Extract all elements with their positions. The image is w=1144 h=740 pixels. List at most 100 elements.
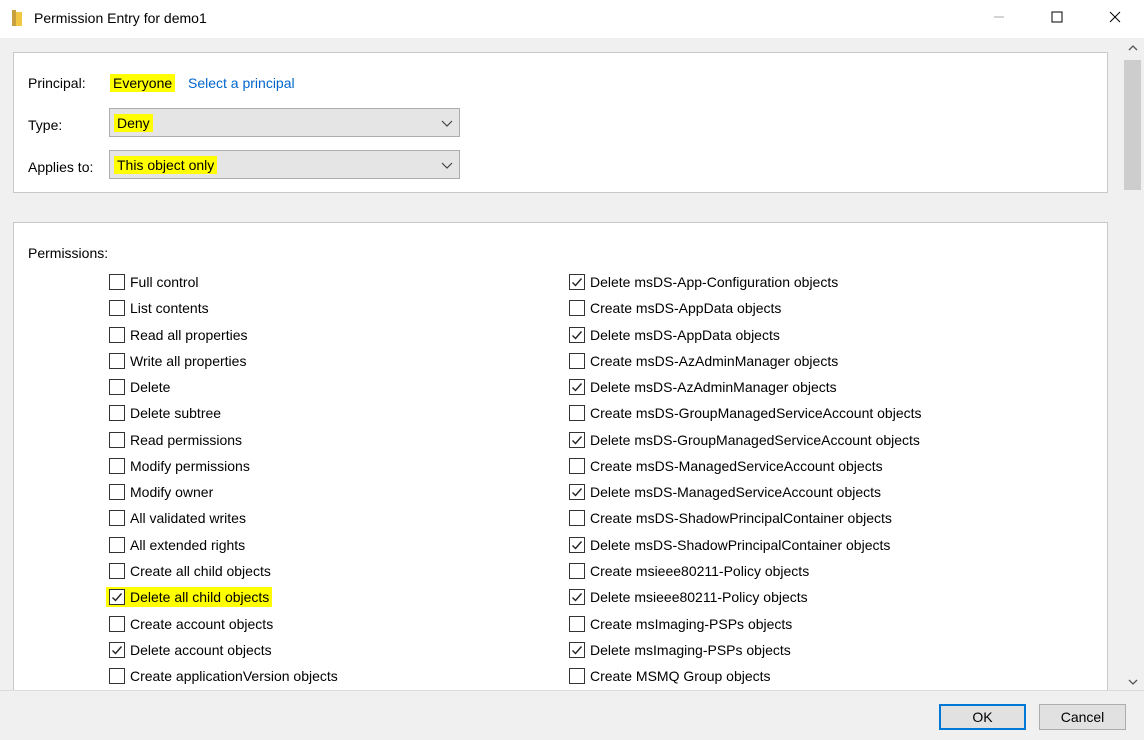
permission-checkbox[interactable] bbox=[109, 274, 125, 290]
permission-checkbox[interactable] bbox=[109, 510, 125, 527]
permission-item[interactable]: Create all child objects bbox=[109, 561, 271, 581]
permission-checkbox[interactable] bbox=[109, 300, 125, 317]
permission-checkbox[interactable] bbox=[569, 379, 585, 396]
permission-checkbox[interactable] bbox=[109, 536, 125, 553]
permission-checkbox[interactable] bbox=[109, 615, 125, 632]
permission-item[interactable]: Delete account objects bbox=[109, 640, 272, 660]
permission-item[interactable]: All validated writes bbox=[109, 508, 246, 528]
applies-to-label: Applies to: bbox=[28, 159, 94, 175]
type-dropdown[interactable]: Deny bbox=[109, 108, 460, 137]
minimize-button[interactable] bbox=[970, 0, 1028, 36]
permission-item[interactable]: All extended rights bbox=[109, 535, 245, 555]
permission-label: Read all properties bbox=[130, 326, 248, 343]
permission-item[interactable]: Delete msDS-GroupManagedServiceAccount o… bbox=[569, 430, 920, 450]
type-value: Deny bbox=[114, 114, 153, 132]
permission-checkbox[interactable] bbox=[109, 484, 125, 501]
permission-checkbox[interactable] bbox=[569, 431, 585, 448]
permission-item[interactable]: Modify owner bbox=[109, 482, 213, 502]
permission-item[interactable]: Delete all child objects bbox=[106, 587, 273, 608]
permission-item[interactable]: Create applicationVersion objects bbox=[109, 666, 338, 686]
permission-checkbox[interactable] bbox=[109, 641, 125, 658]
permission-item[interactable]: Modify permissions bbox=[109, 456, 250, 476]
permission-item[interactable]: Create MSMQ Group objects bbox=[569, 666, 771, 686]
permission-checkbox[interactable] bbox=[569, 484, 585, 501]
permission-item[interactable]: Delete msDS-ShadowPrincipalContainer obj… bbox=[569, 535, 890, 555]
permission-checkbox[interactable] bbox=[569, 405, 585, 422]
permission-item[interactable]: Full control bbox=[109, 272, 198, 292]
maximize-button[interactable] bbox=[1028, 0, 1086, 36]
permission-checkbox[interactable] bbox=[569, 510, 585, 527]
applies-to-value: This object only bbox=[114, 156, 218, 174]
permission-label: Read permissions bbox=[130, 431, 243, 448]
permission-label: Delete msieee80211-Policy objects bbox=[590, 589, 808, 606]
permission-item[interactable]: Create account objects bbox=[109, 614, 273, 634]
permission-label: Create msDS-ManagedServiceAccount object… bbox=[590, 457, 883, 474]
permission-item[interactable]: Delete msDS-AzAdminManager objects bbox=[569, 377, 837, 397]
permission-label: Delete all child objects bbox=[130, 589, 270, 606]
permission-item[interactable]: Create msDS-ShadowPrincipalContainer obj… bbox=[569, 508, 892, 528]
permission-label: Create msDS-AzAdminManager objects bbox=[590, 352, 839, 369]
minimize-icon bbox=[993, 10, 1005, 26]
permission-checkbox[interactable] bbox=[109, 668, 125, 685]
permission-checkbox[interactable] bbox=[569, 457, 585, 474]
permission-checkbox[interactable] bbox=[569, 668, 585, 685]
permission-label: Create all child objects bbox=[130, 562, 271, 579]
type-label: Type: bbox=[28, 117, 63, 133]
permission-item[interactable]: Create msDS-AppData objects bbox=[569, 298, 781, 318]
permission-checkbox[interactable] bbox=[569, 274, 585, 290]
permission-item[interactable]: Delete msDS-AppData objects bbox=[569, 325, 780, 345]
cancel-button[interactable]: Cancel bbox=[1039, 704, 1126, 730]
permission-item[interactable]: Create msDS-AzAdminManager objects bbox=[569, 351, 838, 371]
permission-checkbox[interactable] bbox=[569, 326, 585, 343]
permission-checkbox[interactable] bbox=[109, 379, 125, 396]
permission-checkbox[interactable] bbox=[569, 536, 585, 553]
permission-item[interactable]: Create msDS-GroupManagedServiceAccount o… bbox=[569, 403, 922, 423]
permission-item[interactable]: Delete subtree bbox=[109, 403, 221, 423]
permission-checkbox[interactable] bbox=[109, 352, 125, 369]
scroll-thumb[interactable] bbox=[1124, 60, 1141, 190]
permission-checkbox[interactable] bbox=[569, 589, 585, 606]
permission-item[interactable]: Create msImaging-PSPs objects bbox=[569, 614, 792, 634]
scroll-up-button[interactable] bbox=[1122, 38, 1144, 56]
folder-icon bbox=[12, 10, 22, 26]
permission-label: Create msDS-GroupManagedServiceAccount o… bbox=[590, 405, 922, 422]
permission-label: Full control bbox=[130, 274, 199, 290]
permission-checkbox[interactable] bbox=[569, 562, 585, 579]
button-bar: OK Cancel bbox=[0, 690, 1144, 740]
principal-value: Everyone bbox=[110, 74, 176, 92]
permission-checkbox[interactable] bbox=[109, 431, 125, 448]
permission-label: All validated writes bbox=[130, 510, 246, 527]
permission-checkbox[interactable] bbox=[109, 562, 125, 579]
permission-checkbox[interactable] bbox=[569, 352, 585, 369]
permission-checkbox[interactable] bbox=[109, 405, 125, 422]
close-button[interactable] bbox=[1086, 0, 1144, 36]
permission-label: Delete bbox=[130, 379, 171, 396]
permission-checkbox[interactable] bbox=[109, 589, 125, 606]
permission-item[interactable]: Delete msDS-ManagedServiceAccount object… bbox=[569, 482, 881, 502]
permission-label: Write all properties bbox=[130, 352, 247, 369]
permission-item[interactable]: Read all properties bbox=[109, 325, 248, 345]
permission-item[interactable]: Write all properties bbox=[109, 351, 246, 371]
ok-button[interactable]: OK bbox=[939, 704, 1026, 730]
permission-label: Modify permissions bbox=[130, 457, 250, 474]
permission-label: Delete msImaging-PSPs objects bbox=[590, 641, 791, 658]
permission-label: Delete msDS-App-Configuration objects bbox=[590, 274, 839, 290]
permission-checkbox[interactable] bbox=[569, 641, 585, 658]
permission-checkbox[interactable] bbox=[569, 615, 585, 632]
permission-item[interactable]: Delete msImaging-PSPs objects bbox=[569, 640, 791, 660]
permission-item[interactable]: Read permissions bbox=[109, 430, 242, 450]
permission-label: Delete subtree bbox=[130, 405, 222, 422]
permission-item[interactable]: Create msDS-ManagedServiceAccount object… bbox=[569, 456, 883, 476]
permission-checkbox[interactable] bbox=[109, 457, 125, 474]
permission-item[interactable]: Create msieee80211-Policy objects bbox=[569, 561, 809, 581]
applies-to-dropdown[interactable]: This object only bbox=[109, 150, 460, 179]
permission-item[interactable]: List contents bbox=[109, 298, 209, 318]
permission-checkbox[interactable] bbox=[109, 326, 125, 343]
vertical-scrollbar[interactable] bbox=[1122, 38, 1144, 690]
permission-item[interactable]: Delete bbox=[109, 377, 170, 397]
permission-item[interactable]: Delete msDS-App-Configuration objects bbox=[569, 272, 838, 292]
scroll-down-button[interactable] bbox=[1122, 672, 1144, 690]
permission-checkbox[interactable] bbox=[569, 300, 585, 317]
permission-item[interactable]: Delete msieee80211-Policy objects bbox=[569, 587, 808, 607]
select-principal-link[interactable]: Select a principal bbox=[188, 75, 295, 91]
